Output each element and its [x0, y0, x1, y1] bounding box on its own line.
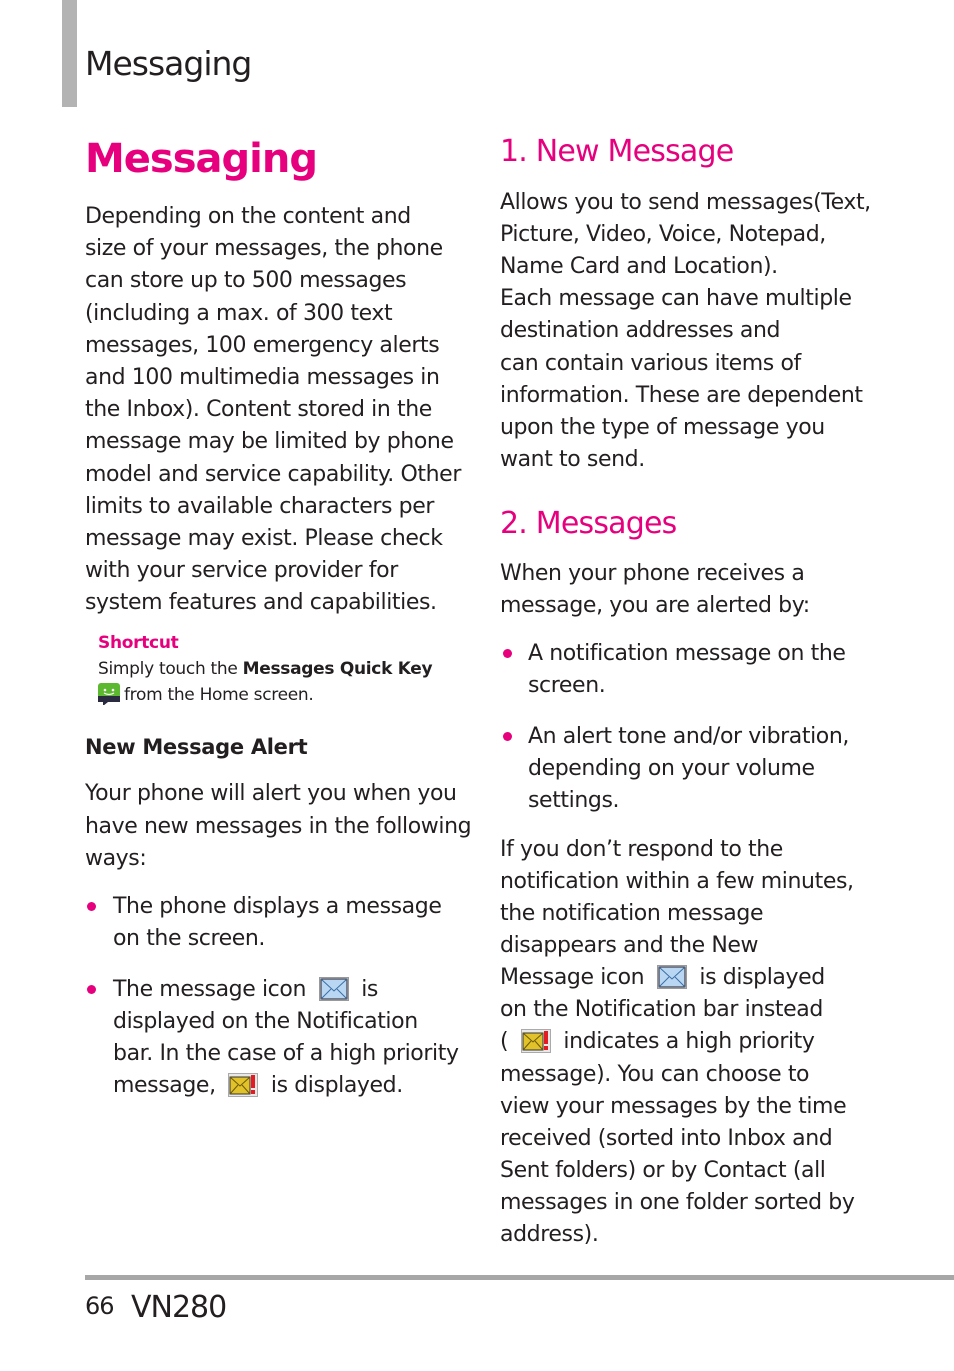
text: is displayed [699, 965, 825, 990]
r-bullet-1-line-1: A notification message on the [528, 641, 846, 666]
shortcut-key-name: Messages Quick Key [242, 659, 433, 679]
para-line: notification within a few minutes, [500, 869, 854, 894]
bullet-1-line-1: The phone displays a message [113, 894, 442, 919]
shortcut-line-2: from the Home screen. [98, 683, 314, 706]
text: Message icon [500, 965, 645, 990]
bullet-2-line-1: The message icon is [113, 977, 378, 1003]
model-name: VN280 [131, 1290, 227, 1325]
section-heading-messages: 2. Messages [500, 506, 677, 541]
text-line: system features and capabilities. [85, 590, 437, 616]
new-message-icon [656, 965, 687, 989]
para-line: ( indicates a high priority [500, 1029, 815, 1055]
text-line: Your phone will alert you when you [85, 781, 457, 806]
text-line: messages, 100 emergency alerts [85, 332, 440, 358]
messages-quick-key-icon [98, 683, 120, 706]
r-bullet-1-line-2: screen. [528, 673, 606, 698]
text-line: information. These are dependent [500, 382, 863, 408]
message-icon [318, 977, 349, 1001]
bullet-dot [87, 985, 96, 994]
para-line: Sent folders) or by Contact (all [500, 1158, 826, 1183]
r-bullet-2-line-2: depending on your volume [528, 756, 815, 781]
page-number: 66 [85, 1292, 115, 1320]
para-line: If you don’t respond to the [500, 837, 783, 862]
text: The message icon [113, 977, 306, 1002]
shortcut-text: Simply touch the [98, 659, 243, 679]
page-title: Messaging [85, 136, 318, 182]
text-line: Each message can have multiple [500, 286, 852, 312]
text-line: the Inbox). Content stored in the [85, 397, 432, 423]
text: ( [500, 1029, 509, 1054]
text-line: want to send. [500, 446, 645, 472]
text: message, [113, 1073, 216, 1098]
para-line: on the Notification bar instead [500, 997, 823, 1022]
r-bullet-2-line-3: settings. [528, 788, 620, 813]
text-line: Picture, Video, Voice, Notepad, [500, 222, 826, 248]
text: indicates a high priority [563, 1029, 815, 1054]
text-line: destination addresses and [500, 318, 781, 344]
para-line: disappears and the New [500, 933, 759, 958]
section-tab-bar [62, 0, 77, 107]
shortcut-line-1: Simply touch the Messages Quick Key [98, 659, 433, 679]
para-line: messages in one folder sorted by [500, 1190, 855, 1215]
text: is [361, 977, 378, 1002]
section-heading-new-message: 1. New Message [500, 134, 734, 169]
text-line: ways: [85, 846, 147, 871]
para-line: the notification message [500, 901, 764, 926]
r-bullet-2-line-1: An alert tone and/or vibration, [528, 724, 849, 749]
text-line: size of your messages, the phone [85, 236, 443, 262]
bullet-dot [87, 902, 96, 911]
text-line: message, you are alerted by: [500, 593, 810, 618]
para-line: view your messages by the time [500, 1094, 847, 1119]
high-priority-message-icon [228, 1073, 259, 1097]
text-line: upon the type of message you [500, 414, 825, 440]
text-line: have new messages in the following [85, 813, 472, 839]
shortcut-text-2: from the Home screen. [124, 685, 314, 705]
text-line: and 100 multimedia messages in [85, 365, 440, 390]
section-heading-new-message-alert: New Message Alert [85, 735, 308, 759]
text-line: When your phone receives a [500, 561, 805, 586]
text-line: can store up to 500 messages [85, 268, 407, 294]
text-line: message may be limited by phone [85, 429, 454, 455]
para-line: Message icon is displayed [500, 965, 825, 991]
bullet-dot [503, 732, 512, 741]
text-line: Depending on the content and [85, 204, 411, 229]
bullet-2-line-4: message, is displayed. [113, 1073, 403, 1099]
bullet-2-line-2: displayed on the Notification [113, 1009, 418, 1034]
text-line: Allows you to send messages(Text, [500, 190, 871, 215]
para-line: received (sorted into Inbox and [500, 1126, 833, 1151]
shortcut-label: Shortcut [98, 633, 179, 653]
high-priority-message-icon [520, 1029, 551, 1053]
bullet-dot [503, 649, 512, 658]
bullet-2-line-3: bar. In the case of a high priority [113, 1041, 459, 1066]
para-line: message). You can choose to [500, 1062, 810, 1087]
text-line: message may exist. Please check [85, 526, 443, 551]
text-line: can contain various items of [500, 350, 801, 376]
footer-rule [85, 1275, 954, 1280]
text-line: model and service capability. Other [85, 461, 461, 487]
text-line: (including a max. of 300 text [85, 300, 393, 326]
text: is displayed. [270, 1073, 403, 1098]
text-line: with your service provider for [85, 558, 398, 584]
para-line: address). [500, 1222, 599, 1247]
running-header: Messaging [85, 44, 252, 83]
bullet-1-line-2: on the screen. [113, 926, 266, 951]
text-line: Name Card and Location). [500, 254, 778, 280]
text-line: limits to available characters per [85, 493, 434, 519]
